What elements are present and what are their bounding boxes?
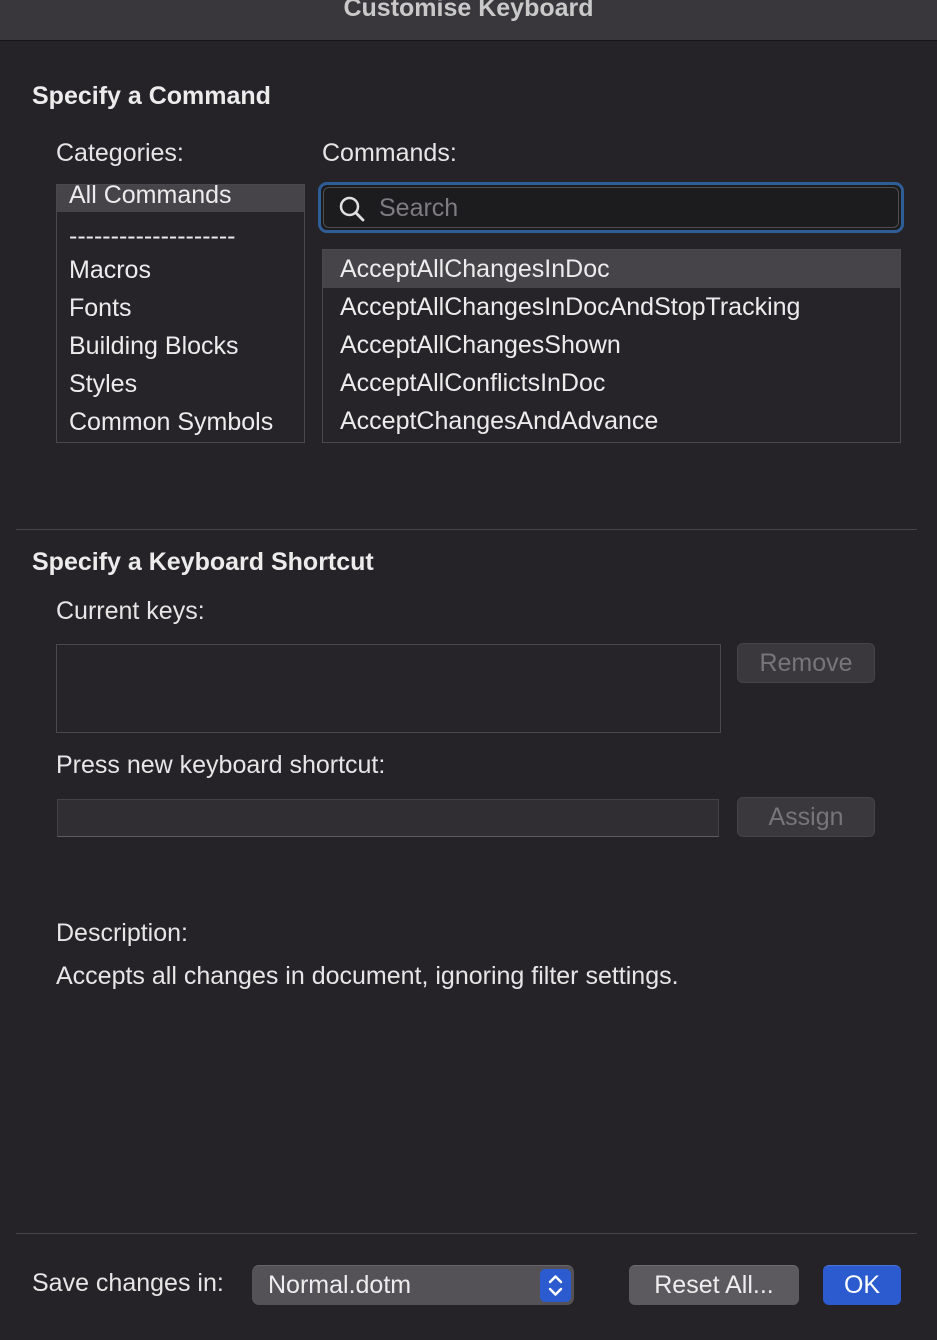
command-item[interactable]: AcceptAllChangesInDocAndStopTracking xyxy=(323,288,900,326)
category-separator: -------------------- xyxy=(69,222,236,250)
ok-button[interactable]: OK xyxy=(823,1265,901,1305)
commands-list[interactable]: AcceptAllChangesInDoc AcceptAllChangesIn… xyxy=(322,249,901,443)
category-item-all-commands[interactable]: All Commands xyxy=(57,185,304,212)
new-shortcut-label: Press new keyboard shortcut: xyxy=(56,751,386,779)
command-item[interactable]: AcceptAllChangesShown xyxy=(323,326,900,364)
command-item[interactable]: AcceptAllChangesInDoc xyxy=(323,250,900,288)
category-item-common-symbols[interactable]: Common Symbols xyxy=(57,403,304,441)
category-item-macros[interactable]: Macros xyxy=(57,251,304,289)
current-keys-label: Current keys: xyxy=(56,597,205,625)
reset-all-button[interactable]: Reset All... xyxy=(629,1265,799,1305)
commands-label: Commands: xyxy=(322,139,457,167)
categories-label: Categories: xyxy=(56,139,184,167)
chevron-up-down-icon xyxy=(540,1269,571,1302)
save-changes-value: Normal.dotm xyxy=(268,1271,412,1299)
command-item[interactable]: AcceptAllConflictsInDoc xyxy=(323,364,900,402)
categories-list[interactable]: All Commands -------------------- Macros… xyxy=(56,184,305,443)
current-keys-list[interactable] xyxy=(56,644,721,733)
category-item-building-blocks[interactable]: Building Blocks xyxy=(57,327,304,365)
section-divider xyxy=(16,529,917,530)
remove-button[interactable]: Remove xyxy=(737,643,875,683)
specify-shortcut-heading: Specify a Keyboard Shortcut xyxy=(32,548,374,576)
description-label: Description: xyxy=(56,919,188,947)
category-item-fonts[interactable]: Fonts xyxy=(57,289,304,327)
assign-button[interactable]: Assign xyxy=(737,797,875,837)
description-text: Accepts all changes in document, ignorin… xyxy=(56,962,679,990)
save-changes-label: Save changes in: xyxy=(32,1269,224,1297)
command-item[interactable]: AcceptChangesAndAdvance xyxy=(323,402,900,440)
command-search-field[interactable] xyxy=(318,182,904,233)
footer-divider xyxy=(16,1233,917,1234)
dialog-title: Customise Keyboard xyxy=(343,0,594,22)
search-icon xyxy=(339,196,365,222)
category-item-styles[interactable]: Styles xyxy=(57,365,304,403)
specify-command-heading: Specify a Command xyxy=(32,82,271,110)
title-bar: Customise Keyboard xyxy=(0,0,937,41)
search-input[interactable] xyxy=(377,189,881,227)
customise-keyboard-dialog: Customise Keyboard Specify a Command Cat… xyxy=(0,0,937,1340)
new-shortcut-field[interactable] xyxy=(57,799,719,837)
save-changes-popup[interactable]: Normal.dotm xyxy=(252,1265,574,1305)
